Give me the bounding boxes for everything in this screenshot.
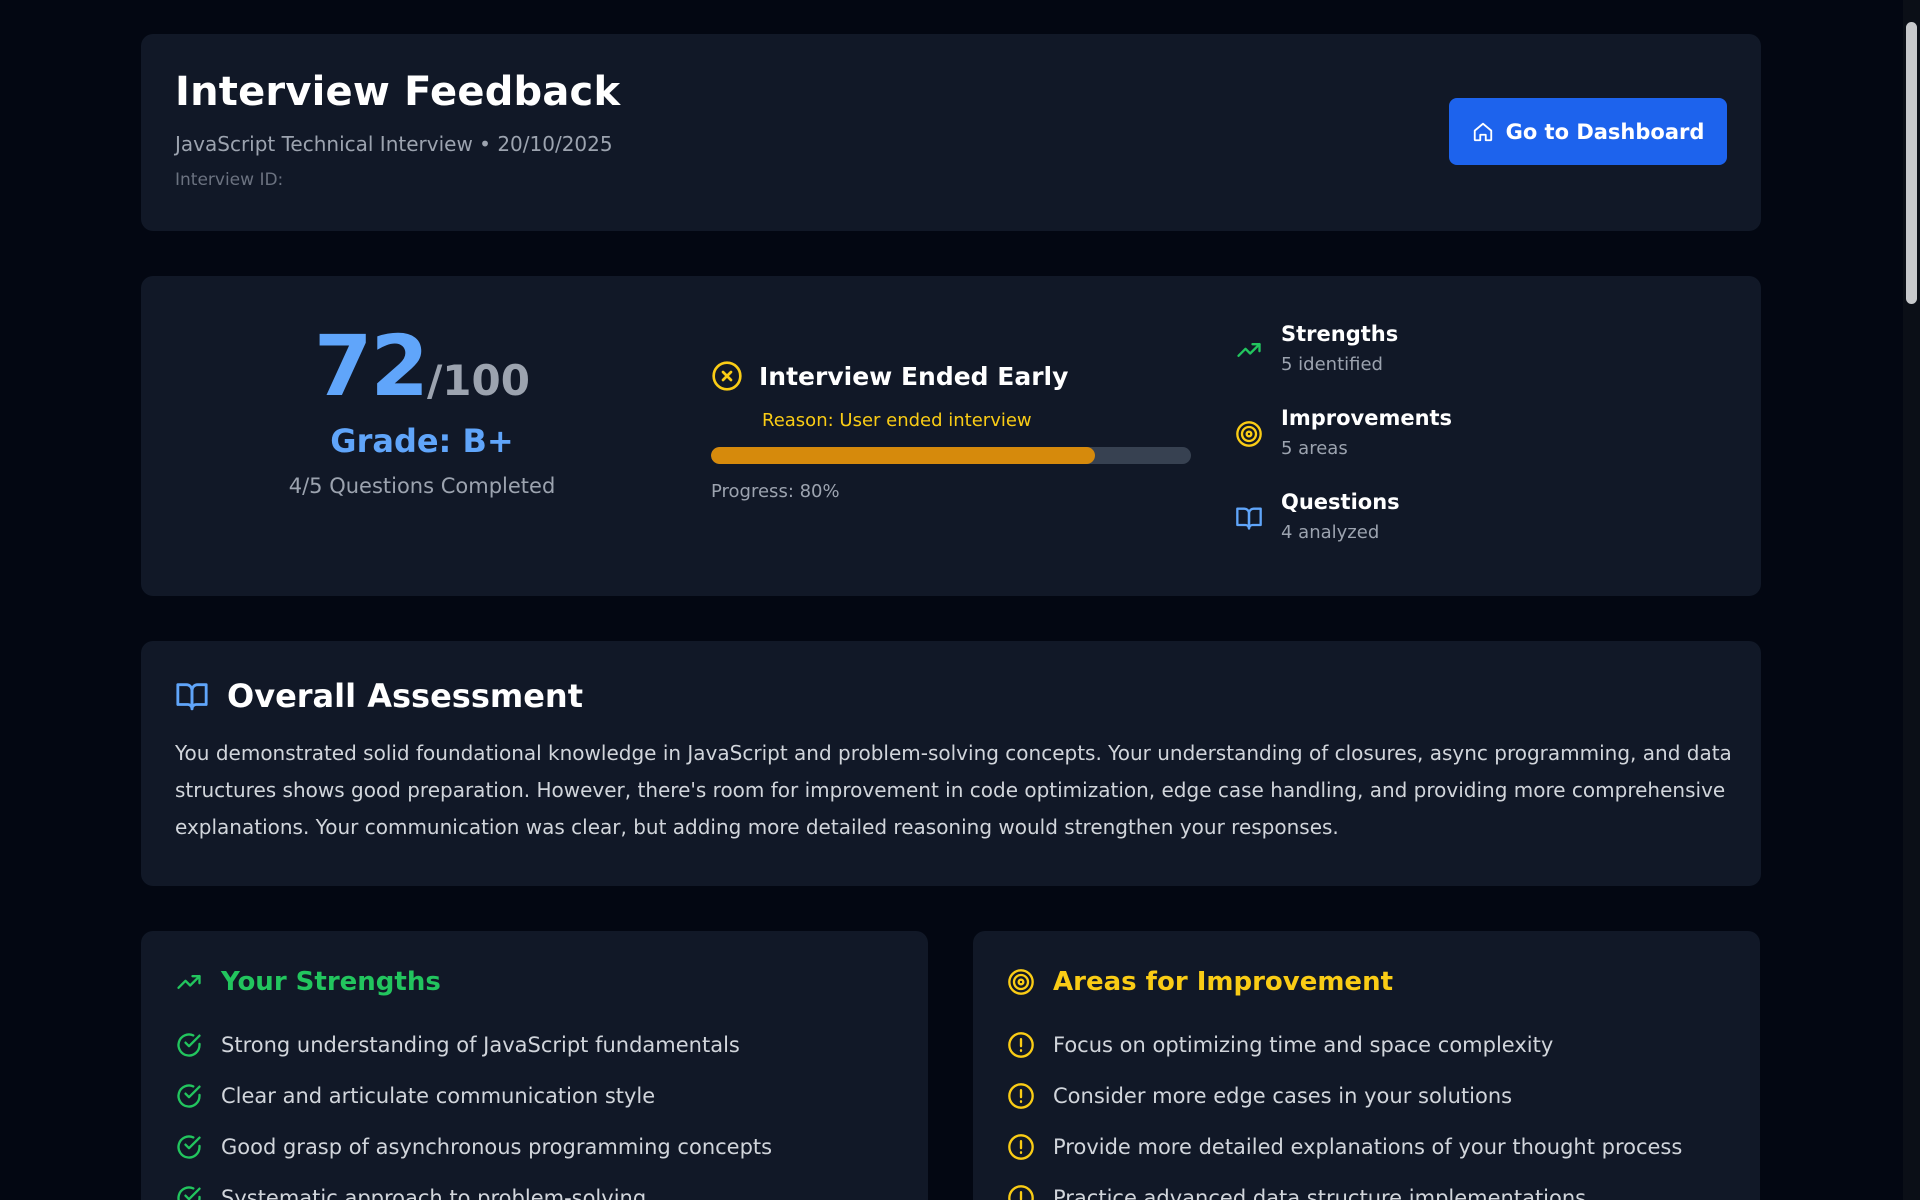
target-icon <box>1236 421 1262 447</box>
list-item: Systematic approach to problem-solving <box>175 1172 894 1200</box>
go-to-dashboard-button[interactable]: Go to Dashboard <box>1449 98 1727 165</box>
stat-sub: 5 identified <box>1281 354 1383 375</box>
check-circle-icon <box>177 1032 201 1057</box>
list-item-text: Systematic approach to problem-solving <box>221 1185 647 1200</box>
header-card: Interview Feedback JavaScript Technical … <box>141 34 1761 231</box>
list-item: Clear and articulate communication style <box>175 1070 894 1121</box>
scrollbar-thumb[interactable] <box>1906 22 1917 304</box>
strengths-list: Strong understanding of JavaScript funda… <box>175 1019 894 1200</box>
alert-circle-icon <box>1008 1184 1034 1200</box>
improvements-header: Areas for Improvement <box>1007 967 1726 997</box>
assessment-text: You demonstrated solid foundational know… <box>175 741 1732 839</box>
score-value: 72 <box>314 317 429 415</box>
target-icon <box>1008 969 1034 995</box>
list-item-text: Practice advanced data structure impleme… <box>1053 1185 1587 1200</box>
stat-title: Questions <box>1281 490 1400 514</box>
stat-sub: 5 areas <box>1281 438 1348 459</box>
status-block: Interview Ended Early Reason: User ended… <box>711 360 1191 502</box>
list-item-text: Clear and articulate communication style <box>221 1083 656 1108</box>
alert-circle-icon <box>1008 1082 1034 1109</box>
list-item-text: Provide more detailed explanations of yo… <box>1053 1134 1683 1159</box>
progress-label: Progress: 80% <box>711 481 840 502</box>
improvements-title: Areas for Improvement <box>1053 967 1394 997</box>
stat-questions: Questions 4 analyzed <box>1235 490 1452 574</box>
interview-id: Interview ID: <box>175 170 284 190</box>
status-title: Interview Ended Early <box>759 361 1069 391</box>
progress-bar <box>711 447 1191 464</box>
stat-title: Strengths <box>1281 322 1399 346</box>
dashboard-button-label: Go to Dashboard <box>1505 119 1705 144</box>
check-circle-icon <box>177 1083 201 1108</box>
list-item: Good grasp of asynchronous programming c… <box>175 1121 894 1172</box>
alert-circle-icon <box>1008 1031 1034 1058</box>
improvements-list: Focus on optimizing time and space compl… <box>1007 1019 1726 1200</box>
stat-title: Improvements <box>1281 406 1453 430</box>
list-item-text: Focus on optimizing time and space compl… <box>1053 1032 1554 1057</box>
list-item: Provide more detailed explanations of yo… <box>1007 1121 1726 1172</box>
x-circle-icon <box>712 361 742 391</box>
score-line: 72 /100 <box>282 324 562 408</box>
stat-improvements: Improvements 5 areas <box>1235 406 1452 490</box>
list-item-text: Good grasp of asynchronous programming c… <box>221 1134 773 1159</box>
list-item: Practice advanced data structure impleme… <box>1007 1172 1726 1200</box>
list-item-text: Consider more edge cases in your solutio… <box>1053 1083 1513 1108</box>
feedback-columns: Your Strengths Strong understanding of J… <box>141 931 1761 1200</box>
list-item: Consider more edge cases in your solutio… <box>1007 1070 1726 1121</box>
book-icon <box>1236 507 1262 530</box>
stat-strengths: Strengths 5 identified <box>1235 322 1452 406</box>
status-reason: Reason: User ended interview <box>762 410 1032 431</box>
content: Interview Feedback JavaScript Technical … <box>141 34 1761 1200</box>
overall-assessment-card: Overall Assessment You demonstrated soli… <box>141 641 1761 886</box>
page: Interview Feedback JavaScript Technical … <box>0 0 1920 1200</box>
stats-list: Strengths 5 identified Improvements 5 ar… <box>1235 322 1452 574</box>
list-item: Strong understanding of JavaScript funda… <box>175 1019 894 1070</box>
strengths-card: Your Strengths Strong understanding of J… <box>141 931 928 1200</box>
list-item: Focus on optimizing time and space compl… <box>1007 1019 1726 1070</box>
progress-bar-fill <box>711 447 1095 464</box>
stat-sub: 4 analyzed <box>1281 522 1380 543</box>
home-icon <box>1473 122 1492 141</box>
assessment-title: Overall Assessment <box>227 677 583 715</box>
book-icon <box>176 683 208 711</box>
strengths-title: Your Strengths <box>221 967 441 997</box>
check-circle-icon <box>177 1185 201 1200</box>
status-header: Interview Ended Early <box>711 360 1191 392</box>
grade-label: Grade: B+ <box>330 422 514 460</box>
strengths-header: Your Strengths <box>175 967 894 997</box>
trending-up-icon <box>177 975 201 989</box>
assessment-header: Overall Assessment <box>175 677 1727 715</box>
check-circle-icon <box>177 1134 201 1159</box>
score-summary-card: 72 /100 Grade: B+ 4/5 Questions Complete… <box>141 276 1761 596</box>
improvements-card: Areas for Improvement Focus on optimizin… <box>973 931 1760 1200</box>
questions-completed: 4/5 Questions Completed <box>288 474 556 498</box>
score-max: /100 <box>426 356 530 405</box>
list-item-text: Strong understanding of JavaScript funda… <box>221 1032 740 1057</box>
alert-circle-icon <box>1008 1133 1034 1160</box>
trending-up-icon <box>1237 343 1261 357</box>
page-scrollbar[interactable] <box>1903 0 1920 1200</box>
score-block: 72 /100 Grade: B+ 4/5 Questions Complete… <box>282 324 562 498</box>
